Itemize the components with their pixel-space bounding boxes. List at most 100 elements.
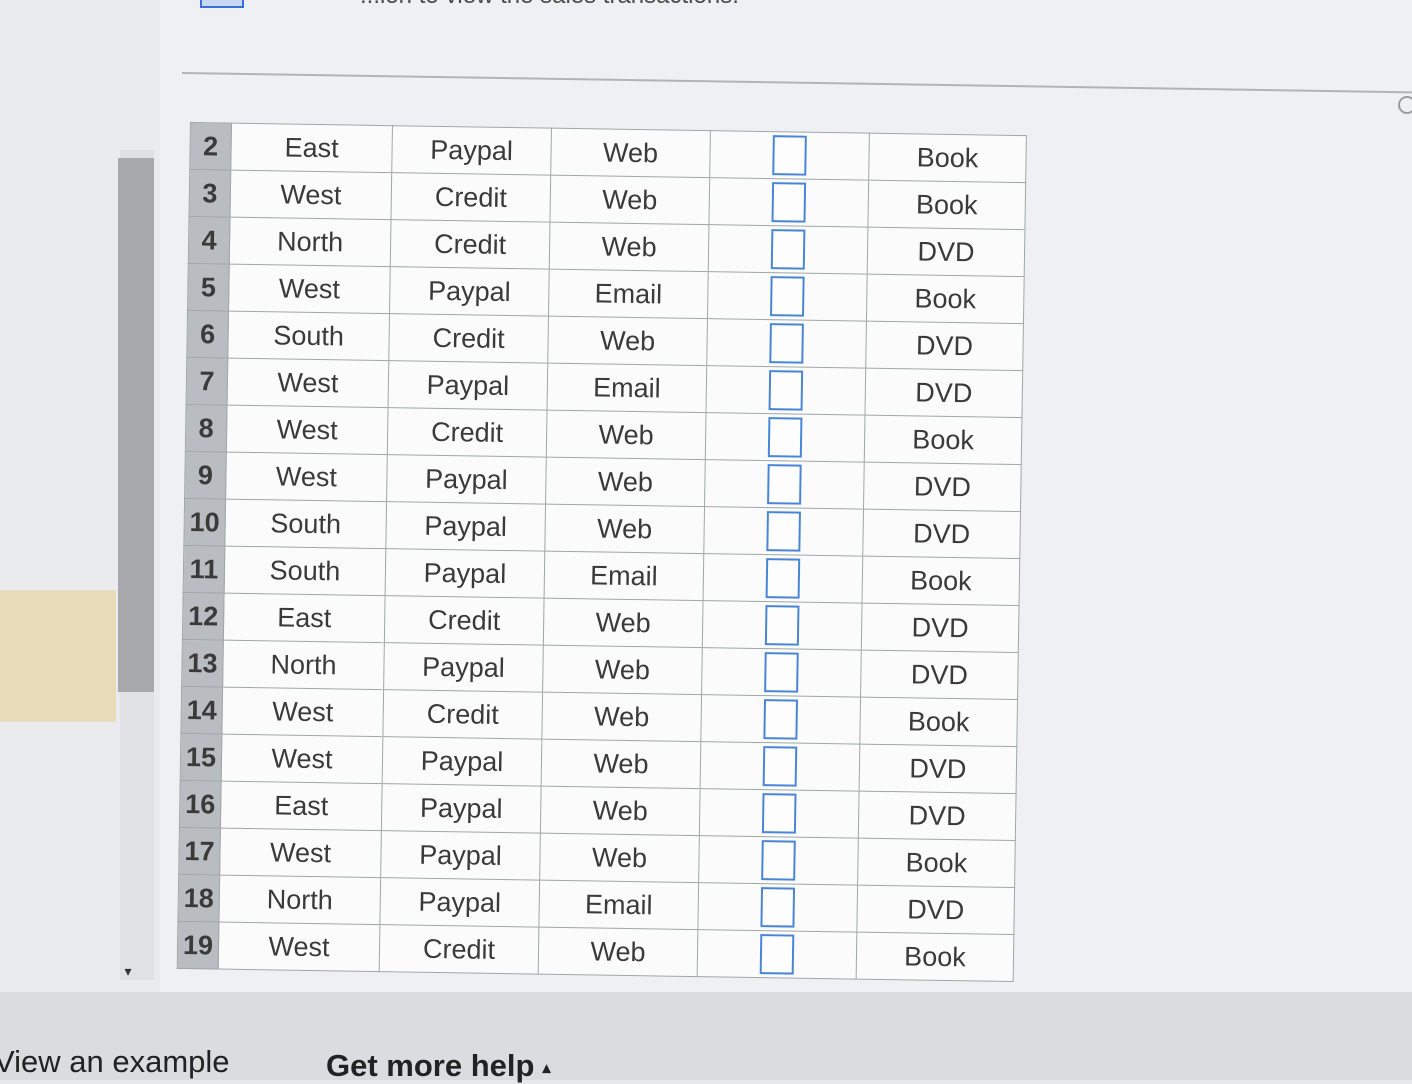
payment-cell[interactable]: Credit (388, 313, 549, 364)
region-cell[interactable]: West (219, 828, 382, 878)
region-cell[interactable]: East (230, 123, 393, 173)
payment-cell[interactable]: Paypal (391, 125, 552, 176)
row-number[interactable]: 9 (184, 451, 227, 500)
row-number[interactable]: 12 (182, 592, 225, 641)
row-checkbox[interactable] (770, 229, 806, 270)
region-cell[interactable]: West (225, 452, 388, 502)
checkbox-cell[interactable] (703, 506, 864, 557)
channel-cell[interactable]: Web (544, 504, 705, 554)
row-checkbox[interactable] (767, 464, 802, 505)
row-checkbox[interactable] (759, 934, 795, 975)
row-number[interactable]: 4 (188, 216, 231, 265)
payment-cell[interactable]: Credit (387, 407, 548, 458)
row-number[interactable]: 16 (179, 780, 222, 829)
region-cell[interactable]: North (229, 217, 391, 267)
row-checkbox[interactable] (762, 746, 798, 787)
region-cell[interactable]: West (227, 358, 389, 408)
row-number[interactable]: 14 (180, 686, 223, 735)
row-checkbox[interactable] (764, 605, 800, 646)
payment-cell[interactable]: Paypal (379, 877, 540, 928)
view-example-link[interactable]: View an example (0, 1044, 230, 1080)
row-checkbox[interactable] (761, 840, 796, 881)
get-more-help-button[interactable]: Get more help ▴ (326, 1048, 550, 1084)
row-checkbox[interactable] (767, 417, 803, 458)
product-cell[interactable]: DVD (861, 603, 1020, 653)
channel-cell[interactable]: Web (543, 598, 704, 648)
row-checkbox[interactable] (770, 276, 805, 317)
channel-cell[interactable]: Web (542, 645, 703, 695)
scrollbar-thumb[interactable] (118, 158, 154, 692)
row-checkbox[interactable] (763, 699, 799, 740)
row-number[interactable]: 18 (177, 874, 220, 923)
checkbox-cell[interactable] (704, 459, 865, 510)
row-checkbox[interactable] (769, 323, 804, 364)
row-checkbox[interactable] (766, 511, 801, 552)
checkbox-cell[interactable] (697, 929, 857, 980)
channel-cell[interactable]: Web (550, 128, 711, 178)
channel-cell[interactable]: Web (549, 175, 710, 225)
region-cell[interactable]: East (220, 781, 383, 831)
checkbox-cell[interactable] (707, 271, 868, 322)
checkbox-cell[interactable] (703, 553, 863, 604)
row-checkbox[interactable] (772, 135, 807, 176)
product-cell[interactable]: DVD (862, 509, 1021, 559)
channel-cell[interactable]: Web (541, 739, 701, 789)
checkbox-cell[interactable] (702, 600, 863, 651)
payment-cell[interactable]: Credit (384, 595, 545, 646)
region-cell[interactable]: South (224, 546, 386, 596)
payment-cell[interactable]: Paypal (380, 830, 541, 881)
row-number[interactable]: 15 (180, 733, 222, 782)
channel-cell[interactable]: Web (546, 410, 706, 460)
product-cell[interactable]: DVD (867, 227, 1025, 277)
row-number[interactable]: 5 (187, 263, 230, 312)
payment-cell[interactable]: Paypal (389, 266, 550, 317)
row-number[interactable]: 13 (181, 639, 224, 688)
checkbox-cell[interactable] (708, 177, 869, 228)
channel-cell[interactable]: Web (549, 222, 709, 272)
row-checkbox[interactable] (771, 182, 807, 223)
row-checkbox[interactable] (768, 370, 804, 411)
payment-cell[interactable]: Credit (379, 924, 539, 975)
channel-cell[interactable]: Web (545, 457, 706, 507)
product-cell[interactable]: Book (857, 838, 1016, 888)
region-cell[interactable]: West (221, 687, 384, 737)
region-cell[interactable]: West (228, 264, 391, 314)
row-number[interactable]: 8 (185, 404, 228, 453)
payment-cell[interactable]: Credit (382, 689, 543, 740)
channel-cell[interactable]: Web (540, 786, 701, 836)
spreadsheet-icon[interactable] (200, 0, 244, 8)
row-number[interactable]: 7 (186, 357, 228, 406)
channel-cell[interactable]: Web (539, 833, 700, 883)
region-cell[interactable]: West (230, 170, 392, 220)
product-cell[interactable]: Book (856, 932, 1014, 982)
product-cell[interactable]: DVD (856, 885, 1015, 935)
checkbox-cell[interactable] (705, 365, 866, 416)
region-cell[interactable]: East (223, 593, 386, 643)
product-cell[interactable]: DVD (863, 462, 1022, 512)
row-checkbox[interactable] (761, 793, 797, 834)
product-cell[interactable]: Book (867, 180, 1026, 230)
payment-cell[interactable]: Paypal (385, 501, 546, 552)
product-cell[interactable]: Book (866, 274, 1025, 324)
payment-cell[interactable]: Paypal (383, 642, 544, 693)
product-cell[interactable]: DVD (860, 650, 1019, 700)
region-cell[interactable]: West (226, 405, 389, 455)
row-number[interactable]: 19 (177, 921, 219, 970)
row-number[interactable]: 17 (178, 827, 221, 876)
checkbox-cell[interactable] (706, 318, 867, 369)
payment-cell[interactable]: Paypal (385, 548, 545, 599)
checkbox-cell[interactable] (708, 224, 868, 275)
product-cell[interactable]: Book (859, 697, 1018, 747)
region-cell[interactable]: South (227, 311, 390, 361)
region-cell[interactable]: West (218, 922, 380, 972)
row-checkbox[interactable] (764, 652, 799, 693)
payment-cell[interactable]: Paypal (381, 783, 542, 834)
scroll-down-arrow-icon[interactable]: ▾ (119, 962, 137, 980)
row-number[interactable]: 2 (189, 122, 232, 171)
payment-cell[interactable]: Credit (390, 219, 550, 270)
row-checkbox[interactable] (765, 558, 801, 599)
region-cell[interactable]: South (224, 499, 387, 549)
channel-cell[interactable]: Email (538, 880, 699, 930)
channel-cell[interactable]: Email (547, 363, 707, 413)
checkbox-cell[interactable] (700, 741, 860, 792)
